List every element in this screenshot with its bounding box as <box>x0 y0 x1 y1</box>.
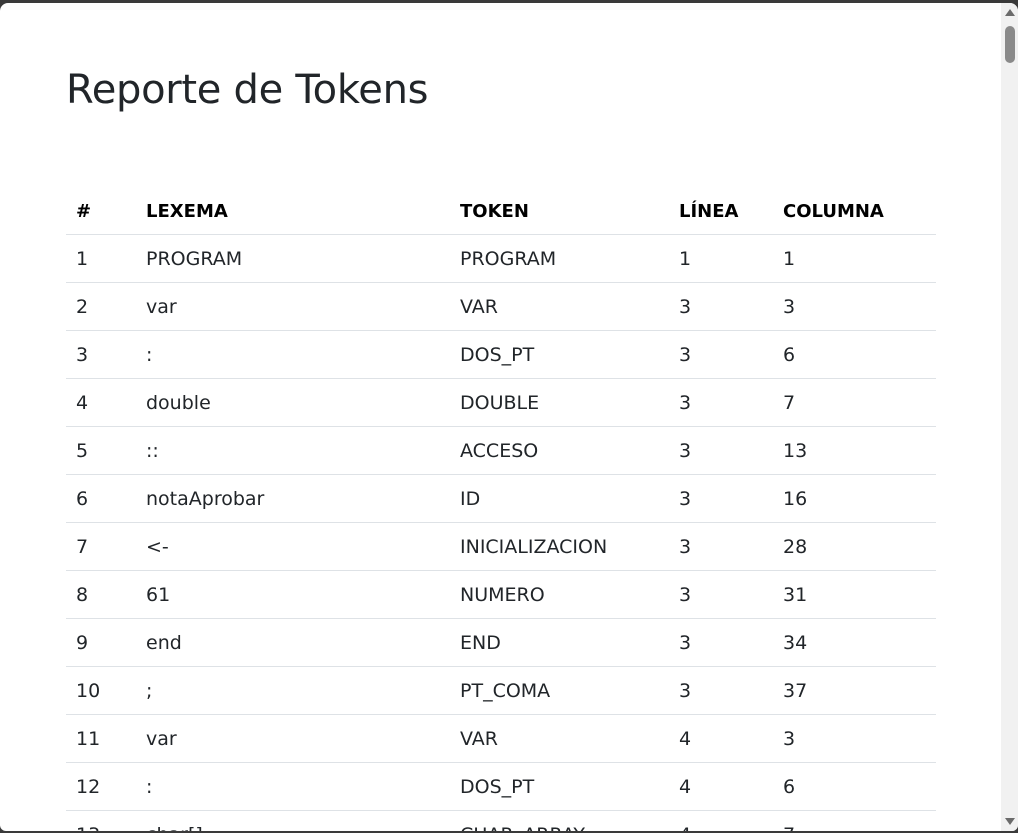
cell-linea: 3 <box>669 522 773 571</box>
table-header-row: # LEXEMA TOKEN LÍNEA COLUMNA <box>66 189 936 235</box>
vertical-scrollbar[interactable] <box>1001 3 1018 831</box>
cell-linea: 4 <box>669 810 773 831</box>
cell-index: 5 <box>66 426 136 475</box>
header-columna: COLUMNA <box>773 189 936 235</box>
table-row: 2 var VAR 3 3 <box>66 282 936 331</box>
cell-token: INICIALIZACION <box>450 522 669 571</box>
cell-lexema: ; <box>136 666 450 715</box>
table-row: 11 var VAR 4 3 <box>66 714 936 763</box>
cell-linea: 4 <box>669 762 773 811</box>
tokens-table: # LEXEMA TOKEN LÍNEA COLUMNA 1 PROGRAM P… <box>66 189 936 831</box>
cell-index: 10 <box>66 666 136 715</box>
header-lexema: LEXEMA <box>136 189 450 235</box>
table-row: 3 : DOS_PT 3 6 <box>66 330 936 379</box>
table-row: 13 char[] CHAR_ARRAY 4 7 <box>66 810 936 831</box>
cell-columna: 28 <box>773 522 936 571</box>
cell-index: 2 <box>66 282 136 331</box>
cell-columna: 6 <box>773 330 936 379</box>
cell-lexema: : <box>136 330 450 379</box>
table-row: 7 <- INICIALIZACION 3 28 <box>66 522 936 571</box>
cell-linea: 3 <box>669 426 773 475</box>
table-row: 4 double DOUBLE 3 7 <box>66 378 936 427</box>
cell-columna: 31 <box>773 570 936 619</box>
cell-token: VAR <box>450 282 669 331</box>
cell-columna: 1 <box>773 234 936 283</box>
cell-token: ACCESO <box>450 426 669 475</box>
header-linea: LÍNEA <box>669 189 773 235</box>
cell-columna: 7 <box>773 810 936 831</box>
table-row: 12 : DOS_PT 4 6 <box>66 762 936 811</box>
cell-token: DOS_PT <box>450 330 669 379</box>
cell-index: 8 <box>66 570 136 619</box>
cell-index: 3 <box>66 330 136 379</box>
cell-linea: 3 <box>669 282 773 331</box>
cell-columna: 37 <box>773 666 936 715</box>
cell-columna: 3 <box>773 714 936 763</box>
scroll-down-arrow-icon[interactable] <box>1005 818 1015 825</box>
cell-linea: 3 <box>669 618 773 667</box>
cell-linea: 3 <box>669 474 773 523</box>
cell-token: VAR <box>450 714 669 763</box>
cell-linea: 1 <box>669 234 773 283</box>
cell-lexema: notaAprobar <box>136 474 450 523</box>
cell-lexema: var <box>136 282 450 331</box>
cell-index: 9 <box>66 618 136 667</box>
cell-token: DOS_PT <box>450 762 669 811</box>
cell-index: 6 <box>66 474 136 523</box>
cell-linea: 3 <box>669 666 773 715</box>
header-token: TOKEN <box>450 189 669 235</box>
cell-lexema: <- <box>136 522 450 571</box>
cell-columna: 7 <box>773 378 936 427</box>
cell-lexema: :: <box>136 426 450 475</box>
cell-lexema: PROGRAM <box>136 234 450 283</box>
cell-token: CHAR_ARRAY <box>450 810 669 831</box>
cell-token: ID <box>450 474 669 523</box>
cell-lexema: char[] <box>136 810 450 831</box>
cell-index: 1 <box>66 234 136 283</box>
cell-token: END <box>450 618 669 667</box>
table-row: 8 61 NUMERO 3 31 <box>66 570 936 619</box>
cell-token: NUMERO <box>450 570 669 619</box>
cell-linea: 4 <box>669 714 773 763</box>
table-row: 6 notaAprobar ID 3 16 <box>66 474 936 523</box>
cell-lexema: 61 <box>136 570 450 619</box>
cell-linea: 3 <box>669 570 773 619</box>
cell-linea: 3 <box>669 330 773 379</box>
cell-index: 11 <box>66 714 136 763</box>
cell-token: PROGRAM <box>450 234 669 283</box>
table-row: 9 end END 3 34 <box>66 618 936 667</box>
cell-linea: 3 <box>669 378 773 427</box>
cell-lexema: double <box>136 378 450 427</box>
cell-index: 12 <box>66 762 136 811</box>
cell-lexema: var <box>136 714 450 763</box>
cell-columna: 16 <box>773 474 936 523</box>
scroll-up-arrow-icon[interactable] <box>1005 9 1015 16</box>
browser-window: Reporte de Tokens # LEXEMA TOKEN LÍNEA C… <box>0 3 1018 831</box>
cell-index: 7 <box>66 522 136 571</box>
page-title: Reporte de Tokens <box>66 67 429 113</box>
table-row: 10 ; PT_COMA 3 37 <box>66 666 936 715</box>
cell-lexema: : <box>136 762 450 811</box>
table-row: 5 :: ACCESO 3 13 <box>66 426 936 475</box>
cell-columna: 34 <box>773 618 936 667</box>
cell-index: 4 <box>66 378 136 427</box>
table-row: 1 PROGRAM PROGRAM 1 1 <box>66 234 936 283</box>
cell-index: 13 <box>66 810 136 831</box>
cell-columna: 13 <box>773 426 936 475</box>
cell-token: PT_COMA <box>450 666 669 715</box>
cell-columna: 3 <box>773 282 936 331</box>
header-index: # <box>66 189 136 235</box>
cell-lexema: end <box>136 618 450 667</box>
cell-token: DOUBLE <box>450 378 669 427</box>
scrollbar-thumb[interactable] <box>1005 26 1015 63</box>
cell-columna: 6 <box>773 762 936 811</box>
